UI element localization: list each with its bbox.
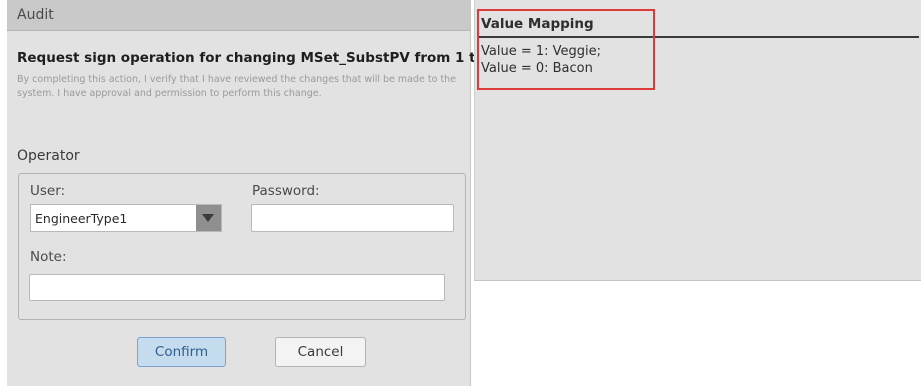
note-field[interactable] [29,274,445,301]
screen: Audit Request sign operation for changin… [0,0,921,387]
request-title: Request sign operation for changing MSet… [17,50,499,66]
user-select-toggle[interactable] [196,205,221,231]
operator-section-label: Operator [17,148,80,164]
confirm-button[interactable]: Confirm [137,337,226,367]
password-label: Password: [252,183,320,199]
note-label: Note: [30,249,67,265]
user-select[interactable]: EngineerType1 [30,204,222,232]
user-label: User: [30,183,66,199]
user-select-value: EngineerType1 [35,211,128,226]
audit-dialog-header: Audit [7,0,471,31]
chevron-down-icon [202,214,214,222]
cancel-button[interactable]: Cancel [275,337,366,367]
disclaimer-text: By completing this action, I verify that… [17,74,457,99]
operator-group: User: Password: EngineerType1 Note: [18,173,466,320]
audit-dialog: Audit Request sign operation for changin… [7,0,499,386]
value-mapping-highlight [477,9,655,90]
audit-dialog-title: Audit [17,7,54,23]
password-field[interactable] [251,204,454,232]
